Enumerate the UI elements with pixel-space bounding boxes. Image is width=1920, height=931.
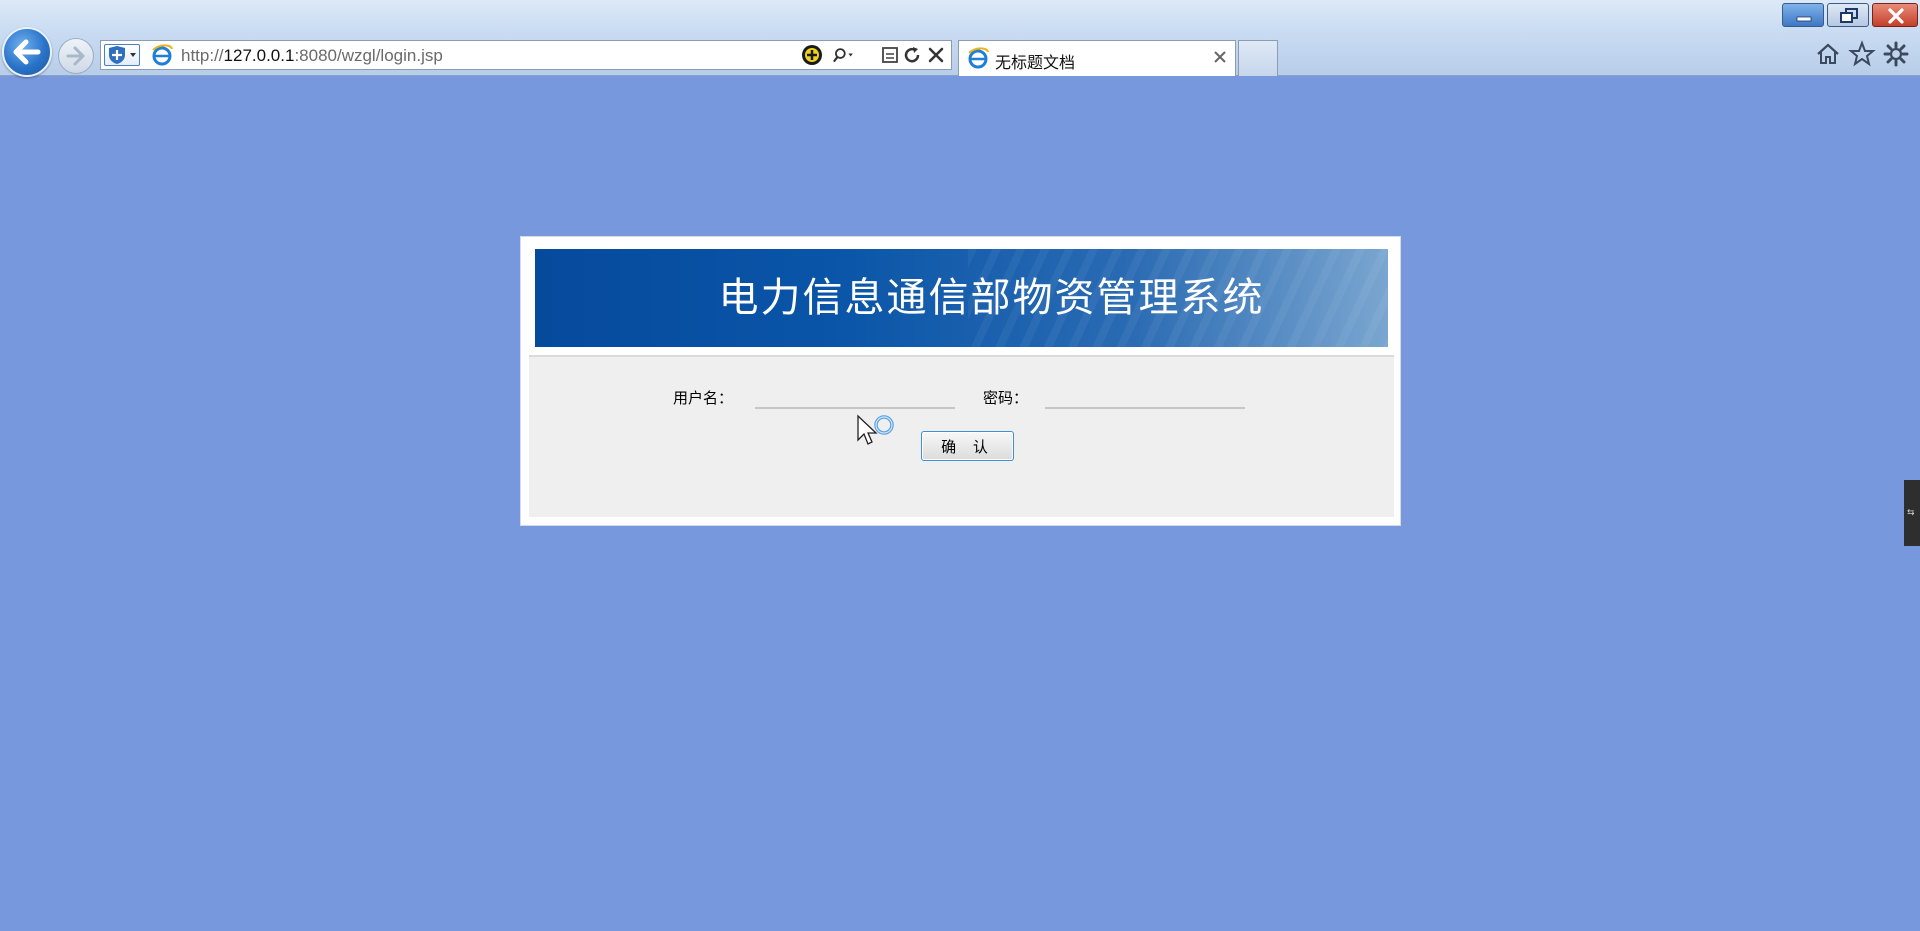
back-arrow-icon xyxy=(13,39,41,65)
username-input[interactable] xyxy=(755,383,955,409)
password-label: 密码： xyxy=(983,389,1029,407)
gear-icon[interactable] xyxy=(1882,40,1910,68)
tab-active[interactable]: 无标题文档 xyxy=(958,40,1236,76)
system-title: 电力信息通信部物资管理系统 xyxy=(718,275,1265,321)
url-text[interactable]: http://127.0.0.1:8080/wzgl/login.jsp xyxy=(181,46,443,66)
password-input[interactable] xyxy=(1045,383,1245,409)
minimize-button[interactable] xyxy=(1782,3,1824,27)
restore-button[interactable] xyxy=(1827,3,1869,27)
url-path: :8080/wzgl/login.jsp xyxy=(294,46,443,65)
stop-icon[interactable] xyxy=(925,44,947,66)
system-banner: 电力信息通信部物资管理系统 xyxy=(535,249,1388,347)
forward-button[interactable] xyxy=(58,38,94,74)
close-icon xyxy=(1888,8,1904,24)
compatibility-icon[interactable] xyxy=(801,44,823,66)
security-dropdown[interactable] xyxy=(104,44,140,66)
browser-chrome: http://127.0.0.1:8080/wzgl/login.jsp 无标题… xyxy=(0,0,1920,77)
back-button[interactable] xyxy=(2,27,52,77)
new-tab-button[interactable] xyxy=(1238,40,1278,76)
address-bar[interactable]: http://127.0.0.1:8080/wzgl/login.jsp xyxy=(100,40,952,70)
restore-icon xyxy=(1840,8,1858,23)
refresh-icon[interactable] xyxy=(901,44,923,66)
username-label: 用户名： xyxy=(673,389,734,407)
compatibility-view-icon[interactable] xyxy=(879,44,901,66)
url-scheme: http:// xyxy=(181,46,224,65)
login-box: 电力信息通信部物资管理系统 用户名： 密码： 确 认 xyxy=(520,236,1401,526)
ie-logo-icon xyxy=(968,47,989,69)
home-icon[interactable] xyxy=(1814,40,1842,68)
search-icon[interactable] xyxy=(833,44,855,66)
busy-cursor-icon xyxy=(857,414,894,445)
minimize-icon xyxy=(1796,16,1812,22)
url-host: 127.0.0.1 xyxy=(223,46,295,65)
tab-title: 无标题文档 xyxy=(995,53,1076,72)
close-tab-icon[interactable] xyxy=(1211,48,1229,66)
close-window-button[interactable] xyxy=(1872,3,1918,27)
confirm-button[interactable]: 确 认 xyxy=(921,431,1014,461)
security-shield-icon xyxy=(109,46,136,64)
side-panel-tab[interactable]: ⇆ xyxy=(1904,480,1920,546)
side-tab-label: ⇆ xyxy=(1907,508,1915,518)
login-form: 用户名： 密码： 确 认 xyxy=(529,355,1394,517)
favorites-star-icon[interactable] xyxy=(1848,40,1876,68)
ie-logo-icon xyxy=(152,44,173,66)
forward-arrow-icon xyxy=(66,46,85,66)
